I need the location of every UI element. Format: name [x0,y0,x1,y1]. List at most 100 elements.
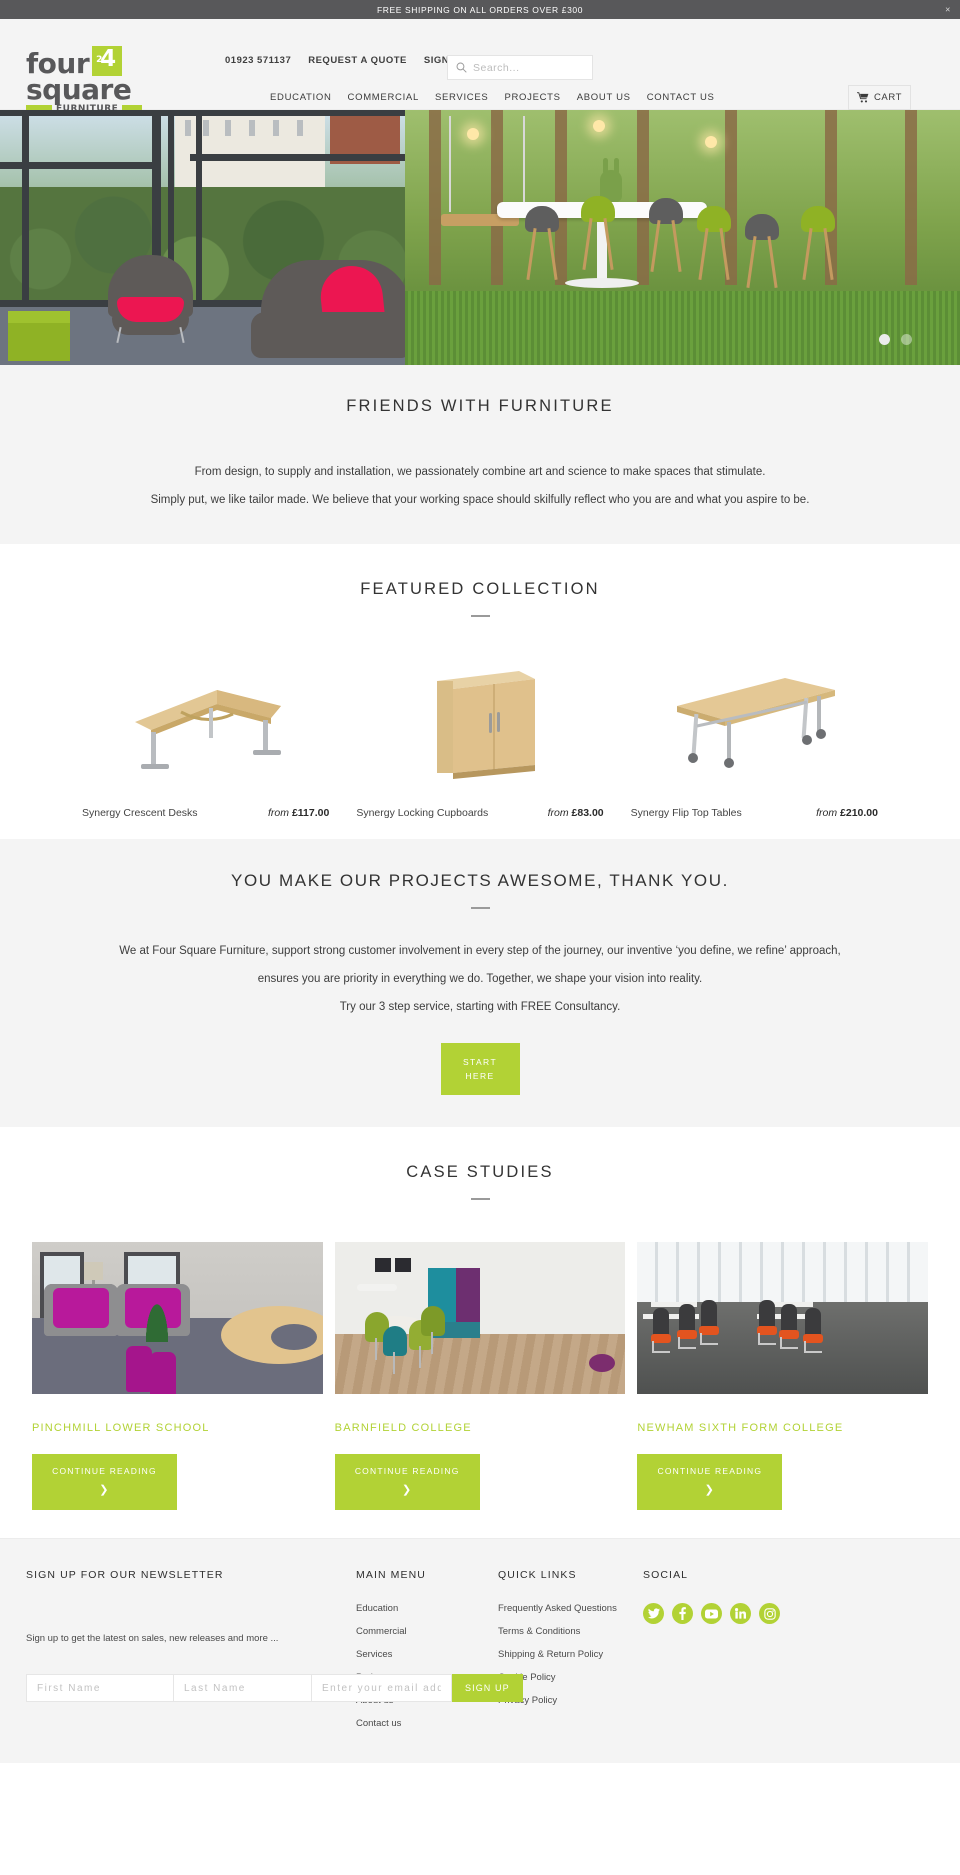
hero-image-lounge [0,110,405,365]
featured-title: FEATURED COLLECTION [360,580,600,598]
case-study-title[interactable]: BARNFIELD COLLEGE [335,1422,626,1434]
request-quote-link[interactable]: REQUEST A QUOTE [308,55,407,66]
linkedin-icon[interactable] [730,1603,751,1624]
chevron-right-icon: ❯ [704,1484,716,1496]
continue-reading-label: CONTINUE READING [52,1466,157,1476]
twitter-icon[interactable] [643,1603,664,1624]
case-studies-title: CASE STUDIES [406,1163,554,1181]
intro-paragraph-2: Simply put, we like tailor made. We beli… [150,494,810,506]
intro-section: FRIENDS WITH FURNITURE From design, to s… [0,365,960,544]
close-icon[interactable]: × [945,5,951,14]
footer-link-contact-us[interactable]: Contact us [356,1718,498,1729]
start-here-line-1: START [462,1057,498,1067]
nav-item-contact-us[interactable]: CONTACT US [647,92,715,103]
facebook-icon[interactable] [672,1603,693,1624]
case-study-title[interactable]: PINCHMILL LOWER SCHOOL [32,1422,323,1434]
product-footer: Synergy Locking Cupboards from £83.00 [355,807,604,819]
instagram-icon[interactable] [759,1603,780,1624]
projects-title: YOU MAKE OUR PROJECTS AWESOME, THANK YOU… [231,871,729,890]
nav-item-projects[interactable]: PROJECTS [504,92,560,103]
search-input[interactable] [473,61,583,74]
product-image-crescent-desk[interactable] [81,653,331,793]
ottoman-prop [8,311,70,361]
quick-links-heading: QUICK LINKS [498,1569,577,1581]
main-navigation: EDUCATION COMMERCIAL SERVICES PROJECTS A… [270,92,715,103]
logo-text-square: square [26,73,132,106]
hero-slider-dots[interactable] [879,334,912,345]
youtube-icon[interactable] [701,1603,722,1624]
start-here-button[interactable]: START HERE [440,1043,520,1095]
case-study-title[interactable]: NEWHAM SIXTH FORM COLLEGE [637,1422,928,1434]
site-header: four 42 square FURNITURE 01923 571137 RE… [0,19,960,114]
intro-paragraph-1: From design, to supply and installation,… [194,466,766,478]
product-card[interactable]: Synergy Crescent Desks from £117.00 [81,653,331,819]
nav-item-about-us[interactable]: ABOUT US [577,92,631,103]
continue-reading-button[interactable]: CONTINUE READING ❯ [32,1454,177,1510]
newsletter-note: Sign up to get the latest on sales, new … [26,1633,279,1644]
footer-link-education[interactable]: Education [356,1603,498,1614]
case-study-image-barnfield[interactable] [334,1242,626,1394]
case-study-card: PINCHMILL LOWER SCHOOL CONTINUE READING … [32,1242,323,1510]
hero-dot-1[interactable] [879,334,890,345]
case-study-image-newham[interactable] [637,1242,929,1394]
social-heading: SOCIAL [643,1569,689,1581]
site-footer: SIGN UP FOR OUR NEWSLETTER Sign up to ge… [0,1538,960,1763]
continue-reading-button[interactable]: CONTINUE READING ❯ [637,1454,783,1510]
footer-link-shipping-returns[interactable]: Shipping & Return Policy [498,1649,643,1660]
search-icon [456,62,467,73]
start-here-line-2: HERE [465,1071,495,1081]
announcement-text: FREE SHIPPING ON ALL ORDERS OVER £300 [376,4,584,15]
product-grid: Synergy Crescent Desks from £117.00 Syne… [26,653,934,819]
utility-links: 01923 571137 REQUEST A QUOTE SIGN IN [225,55,463,66]
projects-paragraph-1: We at Four Square Furniture, support str… [119,945,841,985]
main-menu-heading: MAIN MENU [356,1569,426,1581]
quick-links-column: QUICK LINKS Frequently Asked Questions T… [498,1569,643,1741]
footer-link-faq[interactable]: Frequently Asked Questions [498,1603,643,1614]
product-price: from £117.00 [268,807,330,819]
product-footer: Synergy Flip Top Tables from £210.00 [630,807,879,819]
case-study-card: NEWHAM SIXTH FORM COLLEGE CONTINUE READI… [637,1242,929,1510]
logo-badge-icon: 42 [92,46,123,76]
product-name[interactable]: Synergy Flip Top Tables [631,807,742,819]
social-column: SOCIAL [643,1569,934,1741]
continue-reading-label: CONTINUE READING [657,1466,763,1476]
product-footer: Synergy Crescent Desks from £117.00 [81,807,330,819]
phone-link[interactable]: 01923 571137 [225,55,291,66]
product-image-locking-cupboard[interactable] [355,653,605,793]
footer-link-services[interactable]: Services [356,1649,498,1660]
search-box[interactable] [447,55,593,80]
hero-image-poser-table [405,110,960,365]
first-name-input[interactable] [26,1674,174,1702]
nav-item-education[interactable]: EDUCATION [270,92,332,103]
continue-reading-button[interactable]: CONTINUE READING ❯ [334,1454,480,1510]
chevron-right-icon: ❯ [99,1484,110,1496]
hero-slider[interactable] [0,110,960,365]
hero-dot-2[interactable] [901,334,912,345]
social-icon-row [643,1603,934,1624]
cart-button[interactable]: CART [848,85,911,110]
product-name[interactable]: Synergy Locking Cupboards [356,807,488,819]
newsletter-column: SIGN UP FOR OUR NEWSLETTER Sign up to ge… [26,1569,356,1741]
sign-up-button[interactable]: SIGN UP [452,1674,523,1702]
nav-item-commercial[interactable]: COMMERCIAL [348,92,419,103]
footer-link-commercial[interactable]: Commercial [356,1626,498,1637]
email-input[interactable] [312,1674,452,1702]
product-card[interactable]: Synergy Flip Top Tables from £210.00 [629,653,879,819]
case-studies-section: CASE STUDIES PINCHMILL LOWER SCHOOL CONT… [0,1127,960,1538]
last-name-input[interactable] [174,1674,312,1702]
product-name[interactable]: Synergy Crescent Desks [82,807,198,819]
product-image-flip-top-table[interactable] [629,653,879,793]
continue-reading-label: CONTINUE READING [354,1466,460,1476]
tub-chair-pink [108,255,193,344]
site-logo[interactable]: four 42 square FURNITURE [26,46,162,114]
case-study-image-pinchmill[interactable] [32,1242,323,1394]
divider [470,615,490,617]
footer-link-terms[interactable]: Terms & Conditions [498,1626,643,1637]
cart-icon [856,92,869,103]
case-study-card: BARNFIELD COLLEGE CONTINUE READING ❯ [334,1242,626,1510]
newsletter-heading: SIGN UP FOR OUR NEWSLETTER [26,1569,224,1581]
product-card[interactable]: Synergy Locking Cupboards from £83.00 [355,653,605,819]
cart-label: CART [873,92,903,103]
nav-item-services[interactable]: SERVICES [435,92,488,103]
divider [470,907,490,909]
